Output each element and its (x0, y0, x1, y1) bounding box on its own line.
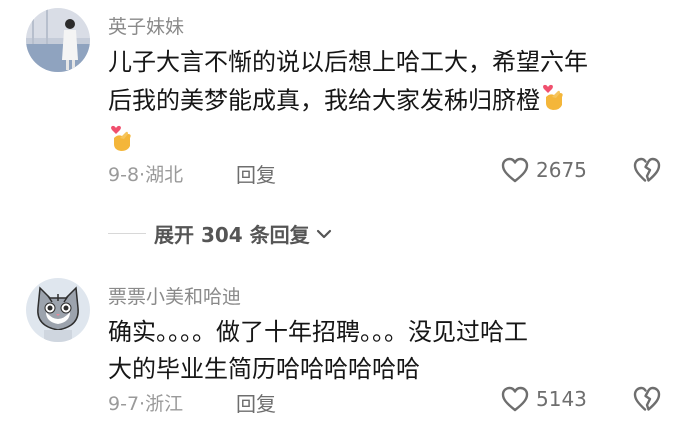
like-button[interactable]: 2675 (500, 156, 587, 184)
heart-outline-icon (501, 386, 529, 412)
reply-button[interactable]: 回复 (236, 159, 276, 188)
broken-heart-icon (633, 157, 661, 182)
comment-line: 儿子大言不惭的说以后想上哈工大，希望六年 (108, 48, 588, 76)
comment-date: 9-7 (108, 393, 140, 415)
comment-date: 9-8 (108, 164, 140, 186)
heart-outline-icon (501, 157, 529, 183)
comment-line: 确实。。。。做了十年招聘。。。没见过哈工 (108, 318, 528, 346)
expand-replies-button[interactable]: 展开 304 条回复 (108, 219, 334, 248)
comment-line-text: 后我的美梦能成真，我给大家发秭归脐橙 (108, 86, 540, 115)
finger-heart-emoji (540, 81, 566, 122)
finger-heart-emoji (108, 122, 134, 163)
comment-location: 湖北 (145, 164, 184, 186)
like-count: 5143 (536, 387, 587, 411)
comment-item: 票票小美和哈迪 确实。。。。做了十年招聘。。。没见过哈工 大的毕业生简历哈哈哈哈… (0, 270, 690, 443)
comment-meta: 9-8·湖北 (108, 160, 183, 187)
chevron-down-icon (316, 229, 331, 238)
comment-meta: 9-7·浙江 (108, 389, 183, 416)
expand-replies-label: 展开 304 条回复 (154, 223, 310, 247)
avatar[interactable] (26, 8, 90, 72)
comment-item: 英子妹妹 儿子大言不惭的说以后想上哈工大，希望六年 后我的美梦能成真，我给大家发… (0, 0, 690, 250)
dislike-button[interactable] (632, 385, 662, 417)
username[interactable]: 英子妹妹 (108, 12, 184, 39)
avatar[interactable] (26, 278, 90, 342)
like-button[interactable]: 5143 (500, 385, 587, 413)
comment-location: 浙江 (145, 393, 184, 415)
expand-divider (108, 233, 146, 234)
dislike-button[interactable] (632, 156, 662, 188)
comment-text: 确实。。。。做了十年招聘。。。没见过哈工 大的毕业生简历哈哈哈哈哈哈 (108, 314, 528, 388)
comment-line-2: 后我的美梦能成真，我给大家发秭归脐橙 (108, 81, 588, 122)
broken-heart-icon (633, 386, 661, 411)
comment-line-2: 大的毕业生简历哈哈哈哈哈哈 (108, 355, 420, 383)
comment-text: 儿子大言不惭的说以后想上哈工大，希望六年 后我的美梦能成真，我给大家发秭归脐橙 (108, 44, 588, 163)
like-count: 2675 (536, 158, 587, 182)
username[interactable]: 票票小美和哈迪 (108, 282, 241, 309)
reply-button[interactable]: 回复 (236, 388, 276, 417)
